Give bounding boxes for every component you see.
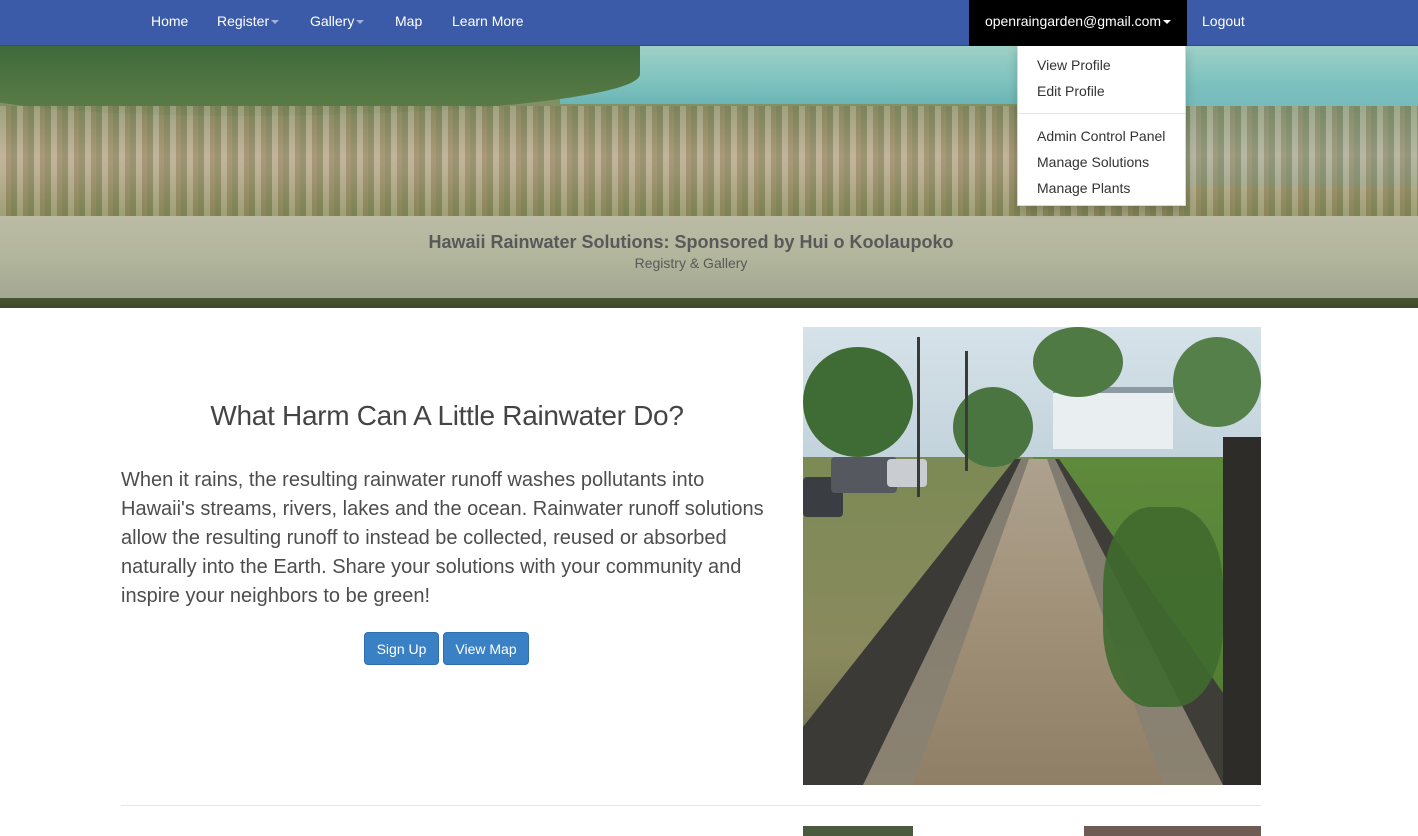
- user-email: openraingarden@gmail.com: [985, 13, 1161, 29]
- nav-gallery-dropdown[interactable]: Gallery: [310, 0, 364, 42]
- menu-divider: [1018, 113, 1185, 114]
- user-dropdown-menu: View Profile Edit Profile Admin Control …: [1017, 46, 1186, 206]
- gallery-thumbnail[interactable]: [803, 826, 913, 836]
- photo-utility-pole: [965, 351, 968, 471]
- logout-link[interactable]: Logout: [1202, 0, 1245, 42]
- menu-admin-control-panel[interactable]: Admin Control Panel: [1037, 126, 1165, 146]
- view-map-button[interactable]: View Map: [443, 632, 529, 665]
- main-heading: What Harm Can A Little Rainwater Do?: [121, 400, 773, 432]
- drainage-channel-photo: [803, 327, 1261, 785]
- menu-manage-solutions[interactable]: Manage Solutions: [1037, 152, 1149, 172]
- nav-register-dropdown[interactable]: Register: [217, 0, 279, 42]
- section-divider: [121, 805, 1261, 806]
- photo-rock-wall: [1223, 437, 1261, 785]
- nav-map-label: Map: [395, 13, 422, 29]
- nav-learn-more-link[interactable]: Learn More: [452, 0, 524, 42]
- gallery-thumbnail[interactable]: [1084, 826, 1261, 836]
- hero-town: [0, 106, 1418, 216]
- top-navbar: Home Register Gallery Map Learn More ope…: [0, 0, 1418, 46]
- sign-up-button[interactable]: Sign Up: [364, 632, 439, 665]
- nav-register-label: Register: [217, 13, 269, 29]
- menu-edit-profile[interactable]: Edit Profile: [1037, 81, 1105, 101]
- nav-home-label: Home: [151, 13, 188, 29]
- photo-palm: [1173, 337, 1261, 427]
- nav-map-link[interactable]: Map: [395, 0, 422, 42]
- photo-hibiscus-bush: [1103, 507, 1223, 707]
- nav-home-link[interactable]: Home: [151, 0, 188, 42]
- nav-learn-more-label: Learn More: [452, 13, 524, 29]
- intro-paragraph: When it rains, the resulting rainwater r…: [121, 466, 771, 611]
- site-subtitle: Registry & Gallery: [0, 255, 1382, 271]
- photo-car: [887, 459, 927, 487]
- photo-tree: [803, 347, 913, 457]
- hero-banner: Hawaii Rainwater Solutions: Sponsored by…: [0, 46, 1418, 308]
- photo-utility-pole: [917, 337, 920, 497]
- menu-manage-plants[interactable]: Manage Plants: [1037, 178, 1130, 198]
- menu-view-profile[interactable]: View Profile: [1037, 55, 1111, 75]
- site-title: Hawaii Rainwater Solutions: Sponsored by…: [0, 232, 1382, 253]
- caret-down-icon: [1163, 20, 1171, 24]
- user-account-dropdown[interactable]: openraingarden@gmail.com: [969, 0, 1187, 46]
- nav-gallery-label: Gallery: [310, 13, 354, 29]
- logout-label: Logout: [1202, 13, 1245, 29]
- photo-palm: [1033, 327, 1123, 397]
- caret-down-icon: [356, 20, 364, 24]
- caret-down-icon: [271, 20, 279, 24]
